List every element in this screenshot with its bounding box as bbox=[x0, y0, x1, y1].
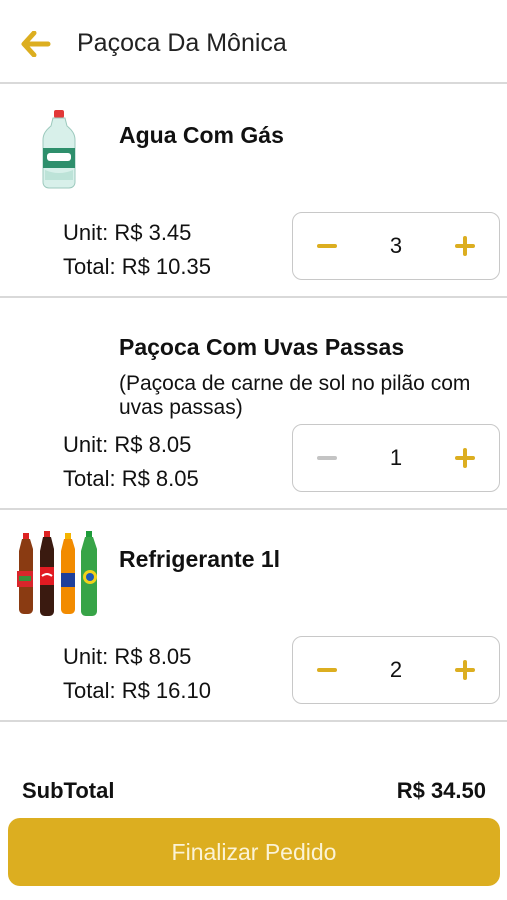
unit-price: Unit: R$ 8.05 bbox=[63, 432, 192, 457]
plus-icon bbox=[455, 236, 475, 256]
cart-item: Refrigerante 1l Unit: R$ 8.05 Total: R$ … bbox=[0, 510, 507, 722]
checkout-button[interactable]: Finalizar Pedido bbox=[8, 818, 500, 886]
arrow-left-icon bbox=[21, 31, 51, 57]
decrease-button[interactable] bbox=[297, 213, 357, 279]
unit-price: Unit: R$ 3.45 bbox=[63, 220, 192, 245]
item-name: Agua Com Gás bbox=[119, 122, 284, 148]
plus-icon bbox=[455, 660, 475, 680]
product-image bbox=[14, 104, 104, 194]
quantity-stepper: 2 bbox=[292, 636, 500, 704]
cart-item: Agua Com Gás Unit: R$ 3.45 Total: R$ 10.… bbox=[0, 86, 507, 298]
plus-icon bbox=[455, 448, 475, 468]
unit-price: Unit: R$ 8.05 bbox=[63, 644, 192, 669]
quantity-value: 1 bbox=[389, 445, 403, 470]
total-price: Total: R$ 8.05 bbox=[63, 466, 199, 491]
quantity-value: 2 bbox=[389, 657, 403, 682]
cart-item: Paçoca Com Uvas Passas (Paçoca de carne … bbox=[0, 298, 507, 510]
subtotal-value: R$ 34.50 bbox=[396, 778, 486, 803]
decrease-button[interactable] bbox=[297, 637, 357, 703]
minus-icon bbox=[317, 456, 337, 460]
water-bottle-image bbox=[42, 110, 76, 189]
increase-button[interactable] bbox=[435, 637, 495, 703]
increase-button[interactable] bbox=[435, 213, 495, 279]
back-button[interactable] bbox=[18, 26, 54, 62]
minus-icon bbox=[317, 244, 337, 248]
cart-screen: Paçoca Da Mônica Agua Com Gás Unit: R$ 3… bbox=[0, 0, 507, 900]
item-name: Refrigerante 1l bbox=[119, 546, 281, 572]
quantity-value: 3 bbox=[389, 233, 403, 258]
page-title: Paçoca Da Mônica bbox=[77, 29, 287, 57]
header: Paçoca Da Mônica bbox=[0, 0, 507, 84]
soda-bottles-image bbox=[17, 531, 97, 616]
increase-button[interactable] bbox=[435, 425, 495, 491]
total-price: Total: R$ 16.10 bbox=[63, 678, 211, 703]
subtotal-label: SubTotal bbox=[22, 778, 115, 803]
minus-icon bbox=[317, 668, 337, 672]
item-description: (Paçoca de carne de sol no pilão com uva… bbox=[119, 372, 471, 419]
quantity-stepper: 3 bbox=[292, 212, 500, 280]
item-name: Paçoca Com Uvas Passas bbox=[119, 334, 405, 360]
decrease-button[interactable] bbox=[297, 425, 357, 491]
quantity-stepper: 1 bbox=[292, 424, 500, 492]
total-price: Total: R$ 10.35 bbox=[63, 254, 211, 279]
product-image bbox=[14, 528, 104, 618]
